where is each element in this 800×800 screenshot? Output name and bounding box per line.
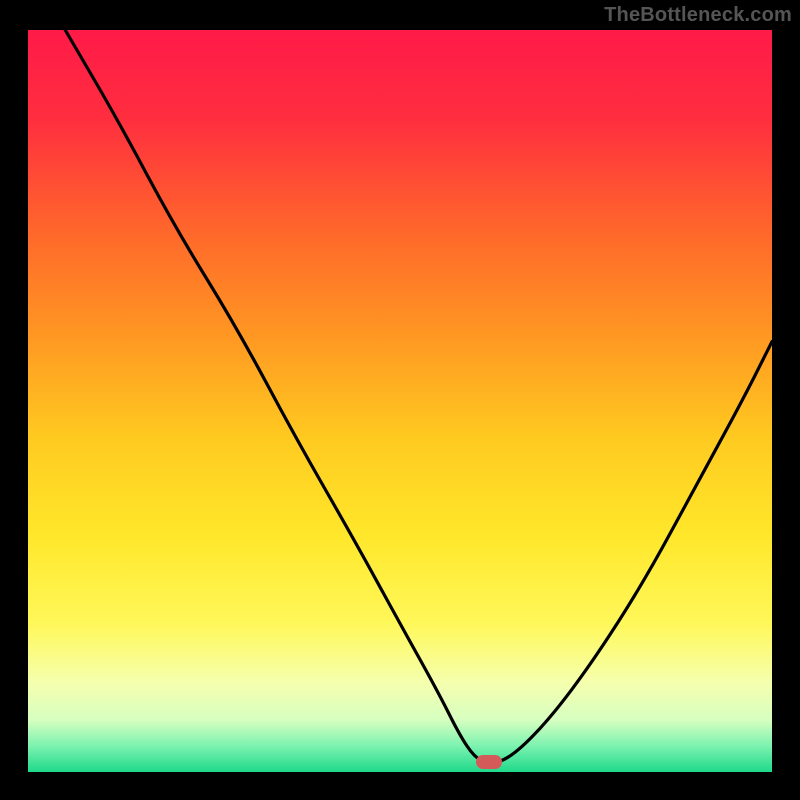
chart-container: TheBottleneck.com (0, 0, 800, 800)
optimal-marker (476, 755, 502, 769)
bottleneck-curve (28, 30, 772, 772)
plot-area (28, 30, 772, 772)
watermark-text: TheBottleneck.com (604, 4, 792, 27)
